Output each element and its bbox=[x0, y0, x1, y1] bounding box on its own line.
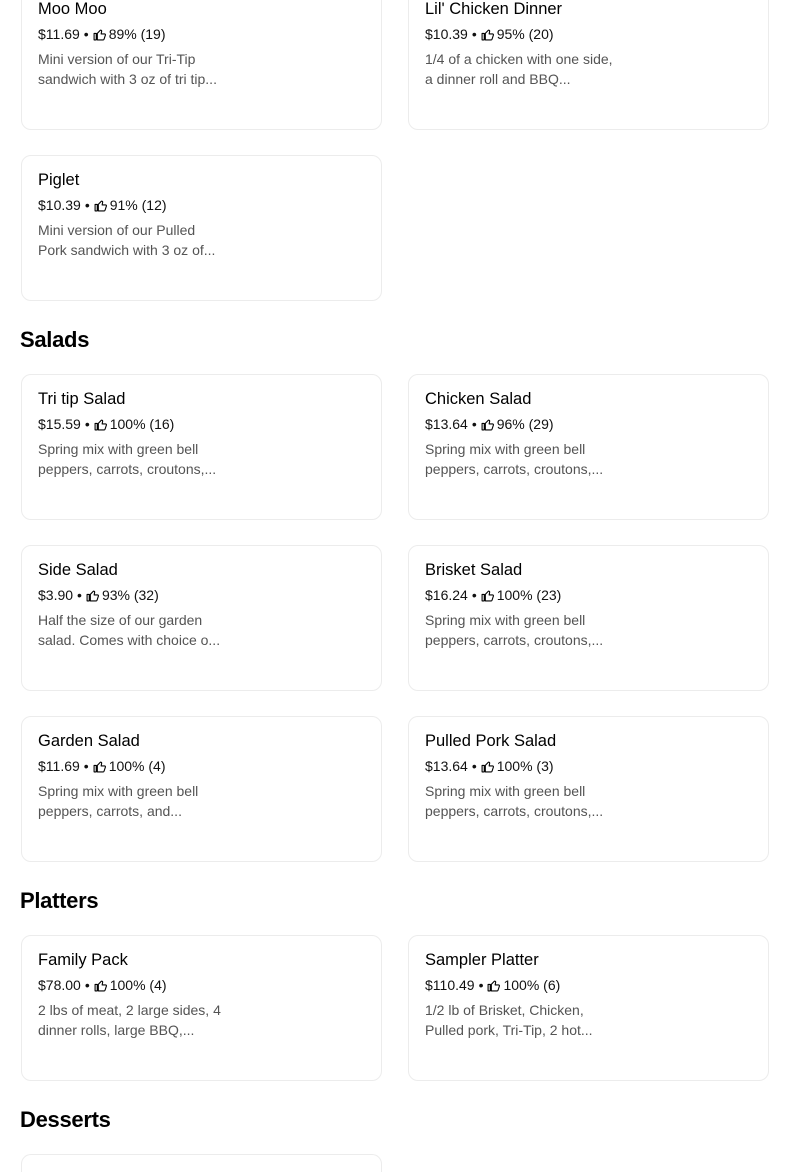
menu-item-card[interactable]: Brisket Salad $16.24 • 100% (23) Spring … bbox=[408, 545, 769, 691]
item-price: $11.69 bbox=[38, 758, 80, 774]
menu-item-card[interactable]: Garden Salad $11.69 • 100% (4) Spring mi… bbox=[21, 716, 382, 862]
item-rating: 89% (19) bbox=[108, 26, 166, 42]
item-meta: $78.00 • 100% (4) bbox=[38, 977, 167, 993]
item-name: Sampler Platter bbox=[425, 951, 539, 969]
item-price: $3.90 bbox=[38, 587, 74, 603]
item-meta: $11.69 • 89% (19) bbox=[38, 26, 166, 42]
item-name: Family Pack bbox=[38, 951, 128, 969]
item-meta: $3.90 • 93% (32) bbox=[38, 587, 159, 603]
item-meta: $13.64 • 96% (29) bbox=[425, 416, 554, 432]
item-name: Piglet bbox=[38, 171, 80, 189]
item-description: Mini version of our Pulled Pork sandwich… bbox=[38, 222, 216, 258]
thumbs-up-icon bbox=[488, 980, 501, 991]
item-price: $11.69 bbox=[38, 26, 80, 42]
item-description: Spring mix with green bell peppers, carr… bbox=[38, 441, 217, 477]
thumbs-up-icon bbox=[94, 200, 107, 211]
menu-item-card[interactable]: Lil' Chicken Dinner $10.39 • 95% (20) 1/… bbox=[408, 0, 769, 130]
item-description: 1/4 of a chicken with one side, a dinner… bbox=[425, 51, 613, 87]
item-rating: 100% (3) bbox=[496, 758, 554, 774]
menu-item-card[interactable]: Piglet $10.39 • 91% (12) Mini version of… bbox=[21, 155, 382, 301]
separator-dot: • bbox=[84, 197, 90, 213]
menu-item-card[interactable]: Chicken Salad $13.64 • 96% (29) Spring m… bbox=[408, 374, 769, 520]
item-description: Spring mix with green bell peppers, carr… bbox=[425, 783, 604, 819]
thumbs-up-icon bbox=[481, 761, 494, 772]
item-rating: 100% (23) bbox=[496, 587, 562, 603]
item-description: Spring mix with green bell peppers, carr… bbox=[425, 612, 604, 648]
item-price: $10.39 bbox=[425, 26, 468, 42]
item-rating: 100% (4) bbox=[108, 758, 166, 774]
item-price: $10.39 bbox=[38, 197, 81, 213]
item-name: Garden Salad bbox=[38, 732, 140, 750]
item-meta: $10.39 • 91% (12) bbox=[38, 197, 167, 213]
thumbs-up-icon bbox=[481, 419, 494, 430]
item-description: 1/2 lb of Brisket, Chicken, Pulled pork,… bbox=[425, 1002, 593, 1038]
thumbs-up-icon bbox=[86, 590, 99, 601]
item-name: Brisket Salad bbox=[425, 561, 523, 579]
item-price: $13.64 bbox=[425, 758, 468, 774]
thumbs-up-icon bbox=[94, 419, 107, 430]
separator-dot: • bbox=[471, 416, 477, 432]
separator-dot: • bbox=[77, 587, 82, 603]
menu-item-card[interactable]: Family Pack $78.00 • 100% (4) 2 lbs of m… bbox=[21, 935, 382, 1081]
item-rating: 100% (6) bbox=[503, 977, 561, 993]
item-rating: 96% (29) bbox=[496, 416, 554, 432]
item-price: $110.49 bbox=[425, 977, 475, 993]
menu-item-card[interactable] bbox=[21, 1154, 382, 1172]
separator-dot: • bbox=[83, 758, 89, 774]
item-meta: $16.24 • 100% (23) bbox=[425, 587, 561, 603]
item-rating: 93% (32) bbox=[101, 587, 159, 603]
item-description: Spring mix with green bell peppers, carr… bbox=[425, 441, 604, 477]
section-title-salads: Salads bbox=[20, 327, 90, 352]
item-description: 2 lbs of meat, 2 large sides, 4 dinner r… bbox=[38, 1002, 221, 1038]
separator-dot: • bbox=[478, 977, 484, 993]
item-meta: $13.64 • 100% (3) bbox=[425, 758, 554, 774]
item-price: $78.00 bbox=[38, 977, 81, 993]
thumbs-up-icon bbox=[481, 29, 494, 40]
menu-item-card[interactable]: Side Salad $3.90 • 93% (32) Half the siz… bbox=[21, 545, 382, 691]
item-meta: $110.49 • 100% (6) bbox=[425, 977, 560, 993]
item-meta: $10.39 • 95% (20) bbox=[425, 26, 554, 42]
item-rating: 100% (16) bbox=[109, 416, 175, 432]
separator-dot: • bbox=[471, 26, 477, 42]
item-description: Half the size of our garden salad. Comes… bbox=[38, 612, 221, 648]
item-name: Lil' Chicken Dinner bbox=[425, 0, 563, 18]
item-name: Side Salad bbox=[38, 561, 118, 579]
item-name: Chicken Salad bbox=[425, 390, 532, 408]
thumbs-up-icon bbox=[481, 590, 494, 601]
separator-dot: • bbox=[84, 416, 90, 432]
item-rating: 100% (4) bbox=[109, 977, 167, 993]
item-name: Pulled Pork Salad bbox=[425, 732, 557, 750]
section-title-platters: Platters bbox=[20, 888, 99, 913]
item-description: Spring mix with green bell peppers, carr… bbox=[38, 783, 199, 819]
item-name: Moo Moo bbox=[38, 0, 107, 18]
item-price: $16.24 bbox=[425, 587, 468, 603]
separator-dot: • bbox=[83, 26, 89, 42]
item-rating: 95% (20) bbox=[496, 26, 554, 42]
item-meta: $11.69 • 100% (4) bbox=[38, 758, 166, 774]
item-price: $13.64 bbox=[425, 416, 468, 432]
thumbs-up-icon bbox=[93, 29, 106, 40]
item-meta: $15.59 • 100% (16) bbox=[38, 416, 174, 432]
item-description: Mini version of our Tri-Tip sandwich wit… bbox=[38, 51, 217, 87]
item-name: Tri tip Salad bbox=[38, 390, 126, 408]
menu-item-card[interactable]: Sampler Platter $110.49 • 100% (6) 1/2 l… bbox=[408, 935, 769, 1081]
item-price: $15.59 bbox=[38, 416, 81, 432]
menu-item-card[interactable]: Tri tip Salad $15.59 • 100% (16) Spring … bbox=[21, 374, 382, 520]
separator-dot: • bbox=[471, 587, 477, 603]
separator-dot: • bbox=[84, 977, 90, 993]
separator-dot: • bbox=[471, 758, 477, 774]
menu-item-card[interactable]: Pulled Pork Salad $13.64 • 100% (3) Spri… bbox=[408, 716, 769, 862]
item-rating: 91% (12) bbox=[109, 197, 167, 213]
menu-item-card[interactable]: Moo Moo $11.69 • 89% (19) Mini version o… bbox=[21, 0, 382, 130]
thumbs-up-icon bbox=[93, 761, 106, 772]
thumbs-up-icon bbox=[94, 980, 107, 991]
section-title-desserts: Desserts bbox=[20, 1107, 111, 1132]
